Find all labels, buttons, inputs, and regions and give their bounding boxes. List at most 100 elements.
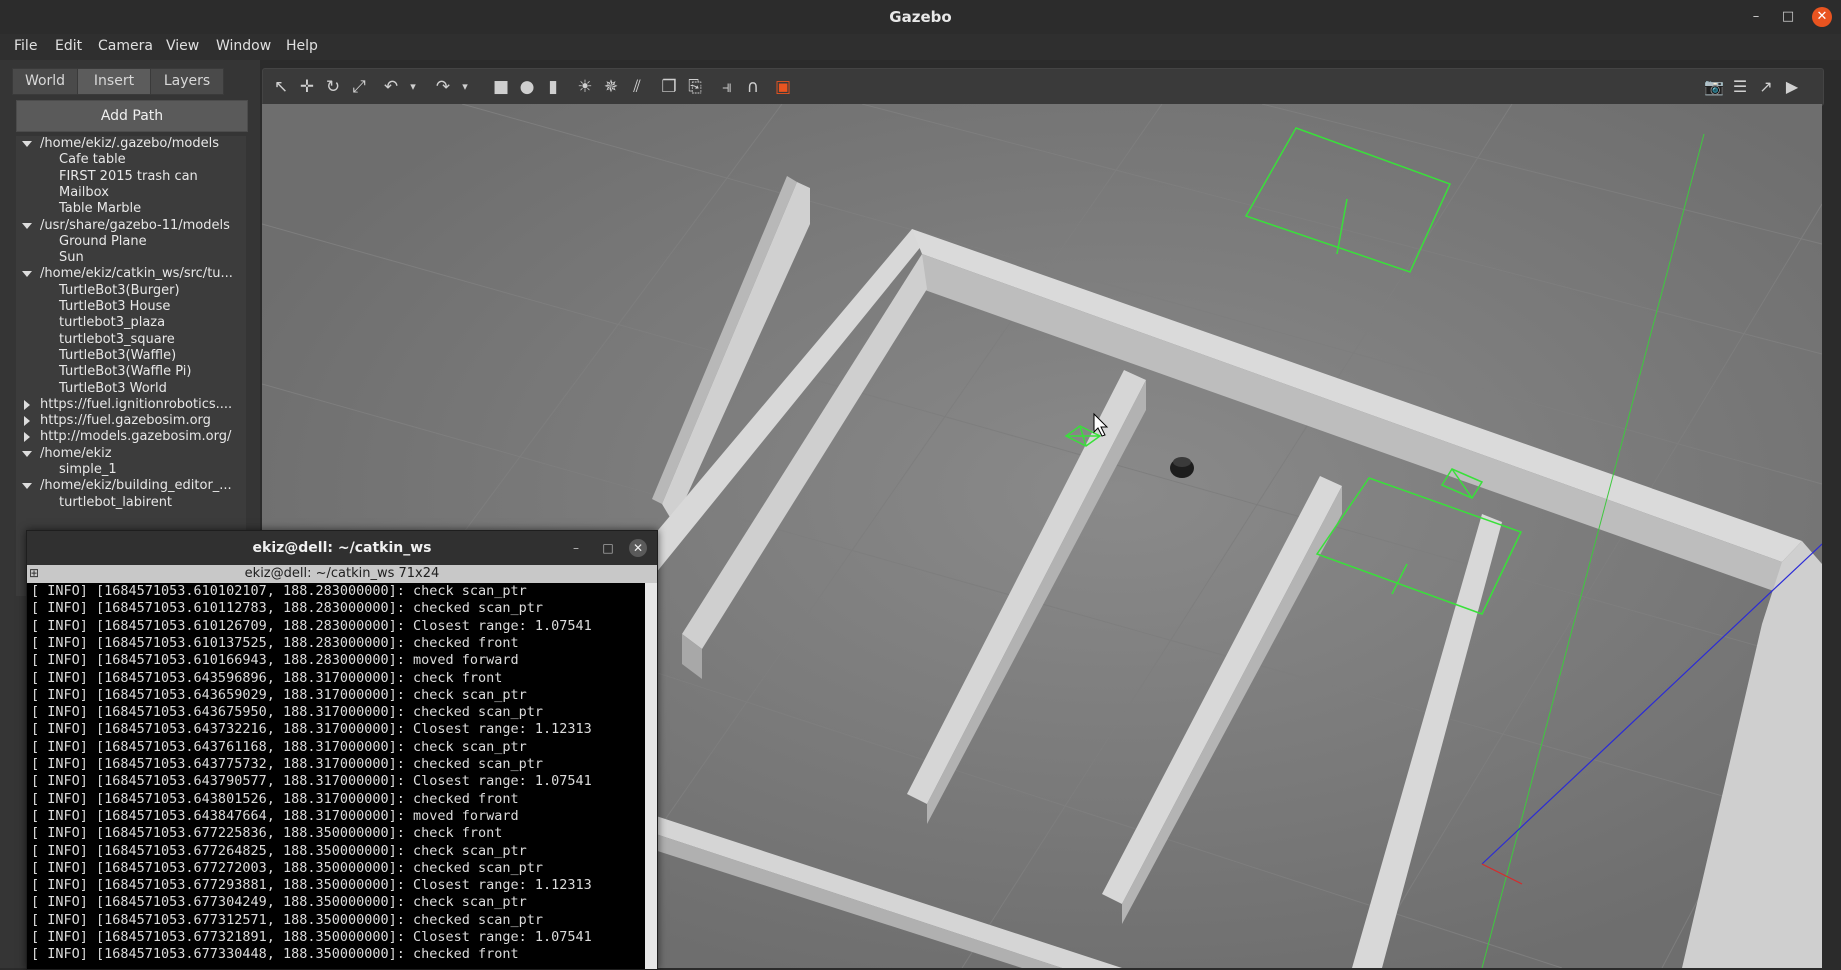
terminal-line: [ INFO] [1684571053.643847664, 188.31700… [31,807,519,824]
tab-layers[interactable]: Layers [150,68,224,95]
point-light-icon[interactable]: ☀ [575,77,595,97]
screenshot-icon[interactable]: 📷 [1703,77,1725,97]
collapse-arrow-icon[interactable] [24,416,30,427]
terminal-line: [ INFO] [1684571053.643801526, 188.31700… [31,790,519,807]
tree-folder[interactable]: https://fuel.ignitionrobotics.... [40,397,232,413]
window-title: Gazebo [889,8,952,26]
snap-icon[interactable]: ∩ [743,77,763,97]
terminal-line: [ INFO] [1684571053.677312571, 188.35000… [31,911,544,928]
terminal-close-icon[interactable]: ✕ [629,539,647,557]
tree-folder[interactable]: /home/ekiz/.gazebo/models [40,136,219,152]
tree-model-item[interactable]: turtlebot3_square [59,332,175,348]
log-icon[interactable]: ☰ [1729,77,1751,97]
terminal-maximize-icon[interactable]: □ [601,541,615,555]
tab-world[interactable]: World [12,68,78,95]
tree-model-item[interactable]: Sun [59,250,84,266]
tree-model-item[interactable]: TurtleBot3(Waffle) [59,348,176,364]
terminal-line: [ INFO] [1684571053.610137525, 188.28300… [31,634,519,651]
tree-folder[interactable]: /usr/share/gazebo-11/models [40,218,230,234]
menu-window[interactable]: Window [216,38,271,54]
tree-folder[interactable]: http://models.gazebosim.org/ [40,429,231,445]
terminal-line: [ INFO] [1684571053.643775732, 188.31700… [31,756,544,772]
menu-bar: File Edit Camera View Window Help [0,34,1841,60]
menu-camera[interactable]: Camera [98,38,153,54]
tree-folder[interactable]: /home/ekiz/catkin_ws/src/tu... [40,266,233,282]
menu-view[interactable]: View [166,38,199,54]
terminal-line: [ INFO] [1684571053.643675950, 188.31700… [31,704,544,721]
add-path-button[interactable]: Add Path [16,100,248,132]
terminal-line: [ INFO] [1684571053.610112783, 188.28300… [31,600,544,617]
menu-edit[interactable]: Edit [55,38,82,54]
redo-dropdown-icon[interactable]: ▾ [459,77,471,97]
close-icon[interactable]: ✕ [1812,7,1832,27]
translate-icon[interactable]: ✛ [297,77,317,97]
expand-arrow-icon[interactable] [22,271,32,278]
terminal-tab-icon[interactable]: ⊞ [29,566,39,580]
tree-model-item[interactable]: Ground Plane [59,234,147,250]
scale-icon[interactable]: ⤢ [349,77,369,97]
tree-folder[interactable]: https://fuel.gazebosim.org [40,413,211,429]
terminal-line: [ INFO] [1684571053.610102107, 188.28300… [31,583,527,599]
expand-arrow-icon[interactable] [22,483,32,490]
align-icon[interactable]: ⫣ [717,77,737,97]
terminal-title: ekiz@dell: ~/catkin_ws [27,531,657,565]
terminal-line: [ INFO] [1684571053.677304249, 188.35000… [31,894,527,911]
tree-model-item[interactable]: simple_1 [59,462,117,478]
collapse-arrow-icon[interactable] [24,432,30,443]
terminal-line: [ INFO] [1684571053.643659029, 188.31700… [31,686,527,703]
maximize-icon[interactable]: □ [1780,9,1796,25]
terminal-line: [ INFO] [1684571053.677321891, 188.35000… [31,929,592,945]
tab-insert[interactable]: Insert [77,68,151,95]
undo-icon[interactable]: ↶ [381,77,401,97]
tree-model-item[interactable]: turtlebot_labirent [59,495,172,511]
window-titlebar: Gazebo – □ ✕ [0,0,1841,34]
record-video-icon[interactable]: ▶ [1781,77,1803,97]
terminal-line: [ INFO] [1684571053.610126709, 188.28300… [31,617,592,634]
collapse-arrow-icon[interactable] [24,399,30,410]
sphere-shape-icon[interactable]: ● [517,77,537,97]
tree-model-item[interactable]: Mailbox [59,185,109,201]
tree-folder[interactable]: /home/ekiz/building_editor_... [40,478,232,494]
minimize-icon[interactable]: – [1748,9,1764,25]
terminal-scrollbar[interactable] [645,583,657,969]
tree-folder[interactable]: /home/ekiz [40,446,112,462]
plot-icon[interactable]: ↗ [1755,77,1777,97]
terminal-subtitle: ekiz@dell: ~/catkin_ws 71x24 [27,565,657,583]
terminal-line: [ INFO] [1684571053.643732216, 188.31700… [31,721,592,738]
tree-model-item[interactable]: TurtleBot3(Waffle Pi) [59,364,192,380]
terminal-line: [ INFO] [1684571053.610166943, 188.28300… [31,652,519,669]
terminal-output[interactable]: [ INFO] [1684571053.610102107, 188.28300… [27,583,645,969]
tree-model-item[interactable]: TurtleBot3(Burger) [59,283,180,299]
tree-model-item[interactable]: TurtleBot3 House [59,299,170,315]
terminal-line: [ INFO] [1684571053.677330448, 188.35000… [31,946,519,963]
terminal-line: [ INFO] [1684571053.677225836, 188.35000… [31,825,503,842]
view-angle-icon[interactable]: ▣ [773,77,793,97]
tree-model-item[interactable]: turtlebot3_plaza [59,315,165,331]
terminal-line: [ INFO] [1684571053.677293881, 188.35000… [31,877,592,894]
spot-light-icon[interactable]: ✵ [601,77,621,97]
terminal-minimize-icon[interactable]: – [569,541,583,555]
box-shape-icon[interactable]: ■ [491,77,511,97]
undo-dropdown-icon[interactable]: ▾ [407,77,419,97]
paste-icon[interactable]: ⎘ [685,77,705,97]
menu-help[interactable]: Help [286,38,318,54]
tree-model-item[interactable]: FIRST 2015 trash can [59,169,198,185]
terminal-line: [ INFO] [1684571053.643596896, 188.31700… [31,669,503,686]
directional-light-icon[interactable]: ⫽ [627,77,647,97]
select-mode-icon[interactable]: ↖ [271,77,291,97]
tree-model-item[interactable]: TurtleBot3 World [59,381,167,397]
tree-model-item[interactable]: Table Marble [59,201,141,217]
rotate-icon[interactable]: ↻ [323,77,343,97]
expand-arrow-icon[interactable] [22,450,32,457]
copy-icon[interactable]: ❐ [659,77,679,97]
expand-arrow-icon[interactable] [22,141,32,147]
scene-toolbar: ↖ ✛ ↻ ⤢ ↶ ▾ ↷ ▾ ■ ● ▮ ☀ ✵ ⫽ ❐ ⎘ ⫣ ∩ ▣ 📷 ☰ ↗ ▶ [262,68,1824,106]
terminal-line: [ INFO] [1684571053.677272003, 188.35000… [31,859,544,876]
expand-arrow-icon[interactable] [22,222,32,229]
redo-icon[interactable]: ↷ [433,77,453,97]
terminal-window[interactable]: ekiz@dell: ~/catkin_ws – □ ✕ ekiz@dell: … [26,530,658,970]
model-tree: /home/ekiz/.gazebo/models Cafe table FIRST… [16,136,246,596]
cylinder-shape-icon[interactable]: ▮ [543,77,563,97]
tree-model-item[interactable]: Cafe table [59,152,126,168]
menu-file[interactable]: File [14,38,37,54]
